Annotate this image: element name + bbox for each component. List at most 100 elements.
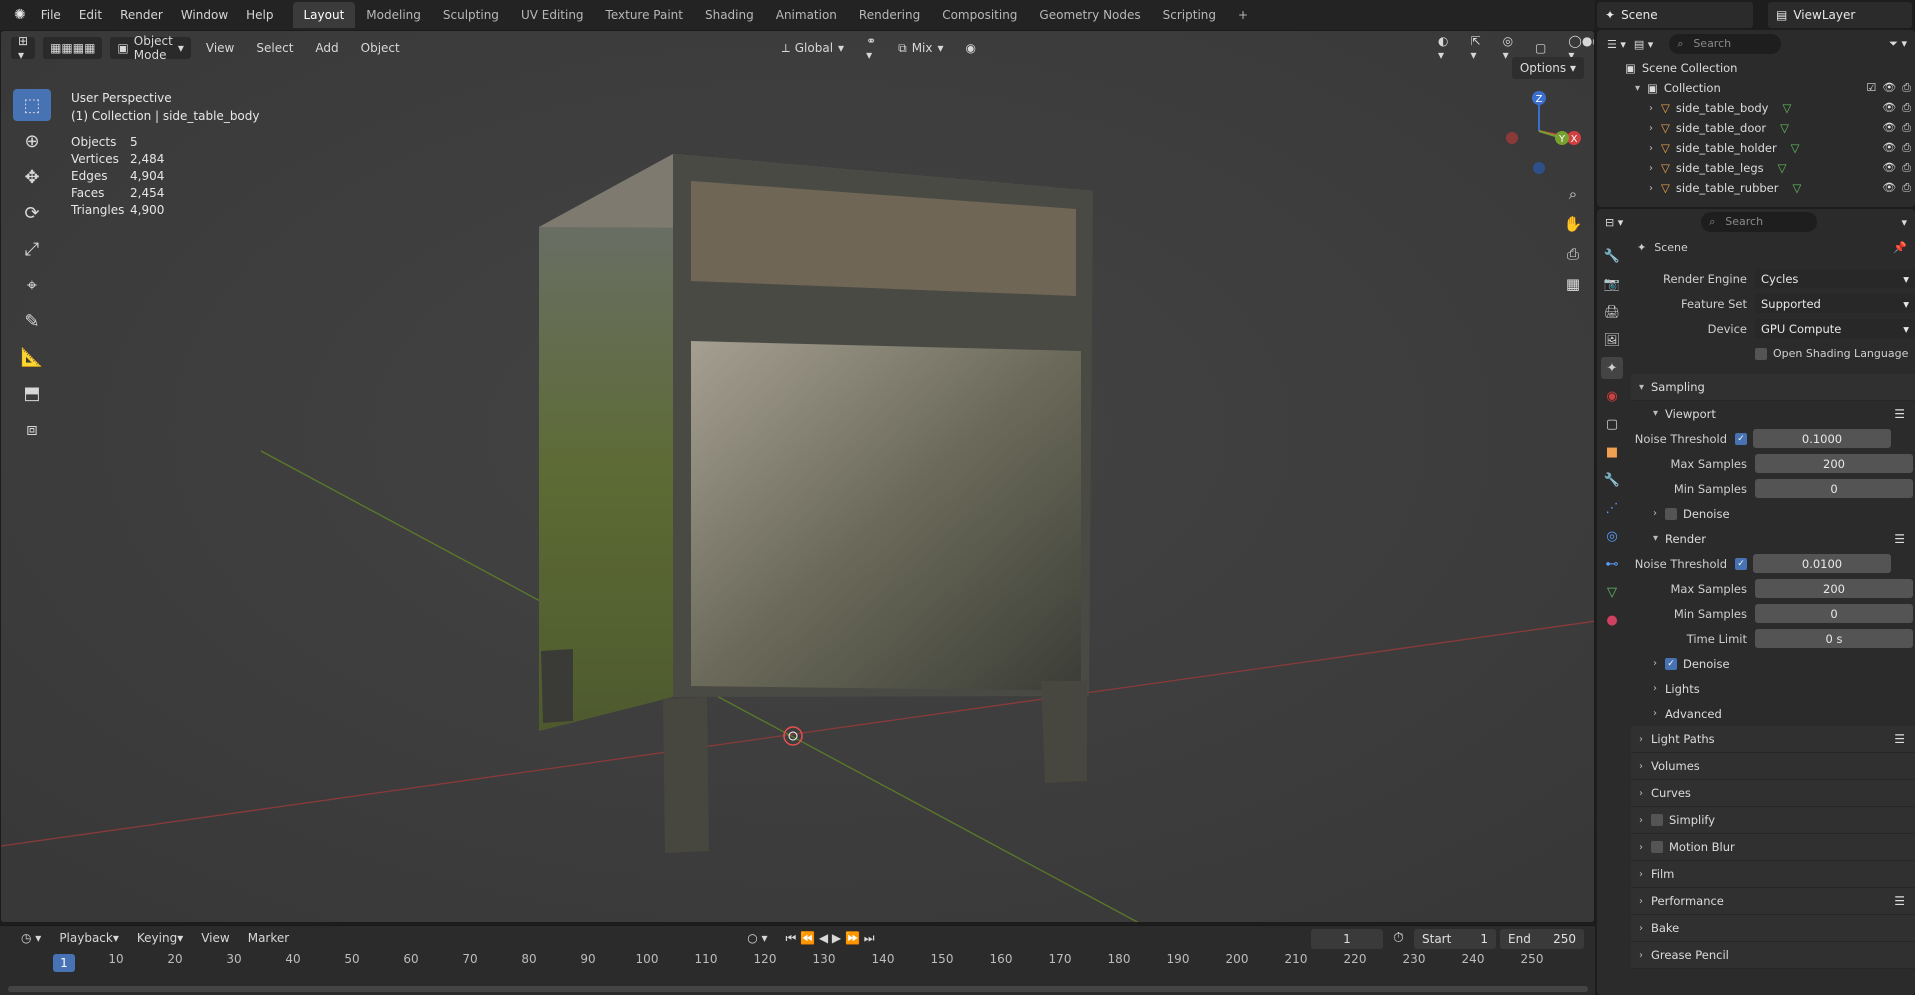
object-tab-icon[interactable]: ■ [1601,441,1623,463]
render-min-field[interactable]: 0 [1755,604,1913,623]
object-row[interactable]: › ▽ side_table_door ▽ 👁 ⎙ [1597,118,1915,138]
bake-panel-header[interactable]: › Bake [1631,915,1915,942]
select-mode-icons[interactable]: ▦▦▦▦ [43,37,103,59]
display-mode-icon[interactable]: ▤ ▾ [1634,38,1653,51]
menu-marker[interactable]: Marker [241,927,296,949]
frame-ruler[interactable]: 10 20 30 40 50 60 70 80 90 100 110 120 130 140 150 160 1… [8,952,1588,974]
outliner-search-input[interactable]: ⌕ Search [1669,34,1782,54]
cursor-icon[interactable]: ⊕ [13,125,51,157]
render-denoise-checkbox[interactable]: ✓ [1665,657,1677,670]
chevron-right-icon[interactable]: › [1649,143,1661,154]
proportional-edit-icon[interactable]: ◉ [959,37,983,59]
playback-controls[interactable]: ⏮ ⏪ ◀ ▶ ⏩ ⏭ [779,927,882,949]
object-row[interactable]: › ▽ side_table_body ▽ 👁 ⎙ [1597,98,1915,118]
transform-orientation-dropdown[interactable]: ⟂ Global ▾ [775,37,851,59]
chevron-right-icon[interactable]: › [1649,123,1661,134]
tab-geometry-nodes[interactable]: Geometry Nodes [1028,2,1151,28]
tab-modeling[interactable]: Modeling [355,2,432,28]
camera-icon[interactable]: ⎙ [1902,101,1911,115]
view-layer-selector[interactable]: ▤ ViewLayer [1768,2,1912,28]
camera-icon[interactable]: ⎙ [1902,81,1911,95]
object-row[interactable]: › ▽ side_table_holder ▽ 👁 ⎙ [1597,138,1915,158]
camera-icon[interactable]: ⎙ [1902,181,1911,195]
move-icon[interactable]: ✥ [13,161,51,193]
menu-file[interactable]: File [32,0,70,30]
editor-type-icon[interactable]: ⊞ ▾ [11,34,36,62]
scene-collection-row[interactable]: ▣ Scene Collection [1597,58,1915,78]
rotate-icon[interactable]: ⟳ [13,197,51,229]
grease-pencil-panel-header[interactable]: › Grease Pencil [1631,942,1915,969]
list-icon[interactable]: ☰ [1894,894,1905,908]
properties-editor-icon[interactable]: ⊟ ▾ [1605,216,1623,229]
timeline-scrollbar[interactable] [8,986,1588,992]
pin-icon[interactable]: 📌 [1893,241,1907,254]
tab-compositing[interactable]: Compositing [931,2,1028,28]
render-noise-checkbox[interactable]: ✓ [1735,557,1747,570]
viewport-noise-checkbox[interactable]: ✓ [1735,432,1747,445]
list-icon[interactable]: ☰ [1894,407,1905,421]
current-frame-field[interactable]: 1 [1311,929,1383,949]
tab-rendering[interactable]: Rendering [848,2,931,28]
world-tab-icon[interactable]: ◉ [1601,385,1623,407]
menu-select[interactable]: Select [249,37,300,59]
view-layer-tab-icon[interactable]: 🖼 [1601,329,1623,351]
eye-icon[interactable]: 👁 [1882,81,1896,95]
feature-set-dropdown[interactable]: Supported ▾ [1755,294,1915,313]
osl-checkbox[interactable] [1755,347,1767,360]
snap-dropdown[interactable]: ⧉ Mix ▾ [891,37,950,59]
menu-playback[interactable]: Playback ▾ [52,927,126,949]
tab-shading[interactable]: Shading [694,2,765,28]
zoom-icon[interactable]: ⌕ [1560,181,1586,207]
object-row[interactable]: › ▽ side_table_legs ▽ 👁 ⎙ [1597,158,1915,178]
shading-modes-icon[interactable]: ◯●◑◕ ▾ [1561,34,1594,62]
camera-icon[interactable]: ⎙ [1902,121,1911,135]
end-frame-field[interactable]: End 250 [1500,929,1584,949]
overlay-toggle-icon[interactable]: ◎ ▾ [1496,34,1520,62]
render-denoise-row[interactable]: › ✓ Denoise [1631,651,1915,676]
chevron-right-icon[interactable]: › [1649,183,1661,194]
stopwatch-icon[interactable]: ⏱ [1393,930,1404,946]
tab-uv-editing[interactable]: UV Editing [510,2,595,28]
visibility-icon[interactable]: ◐ ▾ [1431,34,1455,62]
camera-icon[interactable]: ⎙ [1902,141,1911,155]
particles-tab-icon[interactable]: ⋰ [1601,497,1623,519]
annotate-icon[interactable]: ✎ [13,305,51,337]
performance-panel-header[interactable]: › Performance ☰ [1631,888,1915,915]
select-box-icon[interactable]: ⬚ [13,89,51,121]
lights-subpanel-header[interactable]: › Lights [1631,676,1915,701]
menu-render[interactable]: Render [111,0,172,30]
camera-icon[interactable]: ⎙ [1560,241,1586,267]
render-max-field[interactable]: 200 [1755,579,1913,598]
outliner-editor-icon[interactable]: ☰ ▾ [1607,38,1626,51]
tool-tab-icon[interactable]: 🔧 [1601,245,1623,267]
grid-view-icon[interactable]: ▦ [1560,271,1586,297]
object-mode-dropdown[interactable]: ▣ Object Mode ▾ [110,34,191,62]
eye-icon[interactable]: 👁 [1882,101,1896,115]
physics-tab-icon[interactable]: ◎ [1601,525,1623,547]
render-subpanel-header[interactable]: ▾ Render ☰ [1631,526,1915,551]
viewport-noise-field[interactable]: 0.1000 [1753,429,1891,448]
advanced-subpanel-header[interactable]: › Advanced [1631,701,1915,726]
gizmo-toggle-icon[interactable]: ⇱ ▾ [1464,34,1488,62]
menu-view[interactable]: View [199,37,241,59]
viewport-subpanel-header[interactable]: ▾ Viewport ☰ [1631,401,1915,426]
device-dropdown[interactable]: GPU Compute ▾ [1755,319,1915,338]
object-row[interactable]: › ▽ side_table_rubber ▽ 👁 ⎙ [1597,178,1915,198]
xray-icon[interactable]: ▢ [1528,37,1553,59]
eye-icon[interactable]: 👁 [1882,181,1896,195]
render-engine-dropdown[interactable]: Cycles ▾ [1755,269,1915,288]
render-noise-field[interactable]: 0.0100 [1753,554,1891,573]
motion-blur-panel-header[interactable]: › Motion Blur [1631,834,1915,861]
chevron-down-icon[interactable]: ▾ [1635,83,1647,94]
tab-scripting[interactable]: Scripting [1152,2,1227,28]
light-paths-panel-header[interactable]: › Light Paths ☰ [1631,726,1915,753]
menu-window[interactable]: Window [172,0,237,30]
volumes-panel-header[interactable]: › Volumes [1631,753,1915,780]
camera-icon[interactable]: ⎙ [1902,161,1911,175]
add-workspace-icon[interactable]: + [1227,2,1259,28]
tab-texture-paint[interactable]: Texture Paint [595,2,694,28]
navigation-gizmo[interactable]: Z X Y [1494,86,1584,176]
scene-tab-icon[interactable]: ✦ [1601,357,1623,379]
eye-icon[interactable]: 👁 [1882,161,1896,175]
output-tab-icon[interactable]: 🖨 [1601,301,1623,323]
